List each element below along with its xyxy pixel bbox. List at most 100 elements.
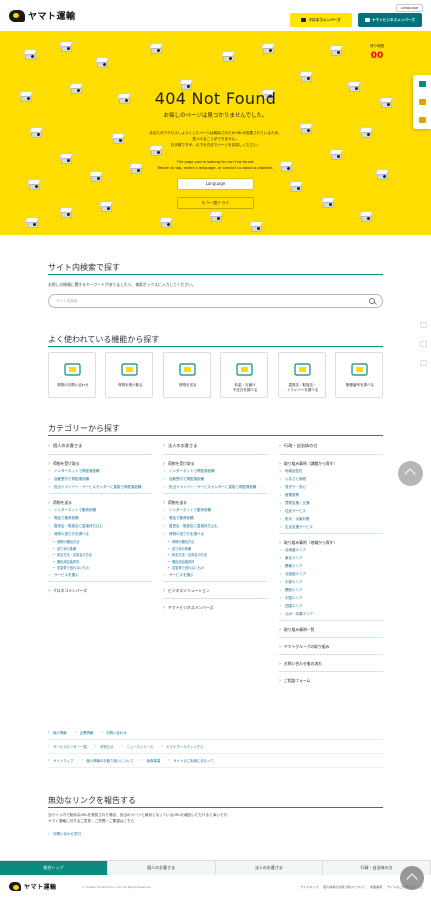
consultation-form-link[interactable]: ご相談フォーム	[279, 676, 383, 686]
side-faint-icon[interactable]	[420, 341, 427, 347]
utility-link[interactable]: 免責事項	[142, 758, 161, 763]
corporate-receive-link[interactable]: 担当ドライバー・サービスセンターに直接で再配達依頼	[163, 485, 267, 490]
personal-receive-link[interactable]: 担当ドライバー・サービスセンターに直接で再配達依頼	[48, 485, 152, 490]
personal-send-link[interactable]: 荷物の送り方を調べる	[48, 532, 152, 537]
utility-link[interactable]: 個人情報	[48, 730, 67, 735]
utility-link[interactable]: 個人情報のお取り扱いについて	[81, 758, 133, 763]
corporate-send-sublink[interactable]: 宛名方法・名宛名の方法	[163, 553, 267, 558]
utility-link[interactable]: サービスセンター一覧	[48, 744, 87, 749]
personal-receive-head[interactable]: 荷物を受け取る	[48, 459, 152, 469]
personal-send-sublink[interactable]: 宛名方法・名宛名の方法	[48, 553, 152, 558]
kuroneko-members-link[interactable]: クロネコメンバーズ	[48, 586, 152, 596]
category-head-corporate[interactable]: 法人のお客さま	[163, 440, 267, 452]
footer-link[interactable]: 免責事項	[370, 885, 382, 889]
region-link[interactable]: 中部エリア	[279, 580, 383, 585]
corporate-send-head[interactable]: 荷物を送る	[163, 498, 267, 508]
search-icon[interactable]	[369, 298, 375, 304]
region-link[interactable]: 北海道エリア	[279, 548, 383, 553]
personal-send-link[interactable]: 電話で集荷依頼	[48, 516, 152, 521]
efforts-issue-link[interactable]: 住民サービス	[279, 509, 383, 514]
efforts-by-region-head[interactable]: 取り組み事例（地域から探す）	[279, 538, 383, 548]
scroll-top-button[interactable]	[400, 866, 424, 890]
side-tab-receive[interactable]	[413, 93, 431, 111]
utility-link[interactable]: お問い合わせ	[101, 730, 126, 735]
efforts-issue-link[interactable]: 産業振興	[279, 493, 383, 498]
utility-link[interactable]: ヤマトホールディングス	[161, 744, 203, 749]
footer-link[interactable]: 個人情報のお取り扱いについて	[323, 885, 365, 889]
feature-card[interactable]: 直営店・取扱店・ ドライバーを調べる	[277, 352, 326, 398]
contact-link[interactable]: お問い合わせ窓口	[48, 832, 81, 837]
utility-link[interactable]: サイトのご利用にあたって	[168, 758, 214, 763]
inquiry-flow-link[interactable]: お問い合わせ後の流れ	[279, 659, 383, 669]
feature-card[interactable]: 荷物のお問い合わせ	[48, 352, 96, 398]
business-solution-link[interactable]: ビジネスソリューション	[163, 586, 267, 596]
efforts-issue-link[interactable]: ふるさと納税	[279, 477, 383, 482]
personal-send-head[interactable]: 荷物を送る	[48, 498, 152, 508]
corporate-receive-link[interactable]: インターネットで再配達依頼	[163, 469, 267, 474]
region-link[interactable]: 九州・沖縄エリア	[279, 612, 383, 617]
efforts-issue-link[interactable]: 生活支援サービス	[279, 525, 383, 530]
bottom-nav-corporate[interactable]: 法人のお客さま	[216, 861, 324, 875]
efforts-by-issue-head[interactable]: 取り組み事例（課題から探す）	[279, 459, 383, 469]
personal-send-link[interactable]: 直営店・取扱店に直接持ち込む	[48, 524, 152, 529]
corporate-receive-head[interactable]: 荷物を受け取る	[163, 459, 267, 469]
efforts-issue-link[interactable]: 見守り・安心	[279, 485, 383, 490]
yamato-logo[interactable]: ヤマト運輸	[9, 9, 76, 22]
personal-send-sublink[interactable]: 送り状の準備	[48, 547, 152, 552]
personal-send-sublink[interactable]: 荷物の梱包方法	[48, 540, 152, 545]
side-faint-icon[interactable]	[420, 322, 427, 328]
utility-link[interactable]: サイトマップ	[48, 758, 73, 763]
category-head-government[interactable]: 行政・自治体の方	[279, 440, 383, 452]
business-members-link[interactable]: ヤマトビジネスメンバーズ	[163, 603, 267, 613]
corporate-send-sublink[interactable]: 送り状の準備	[163, 547, 267, 552]
efforts-issue-link[interactable]: 買物支援・交通	[279, 501, 383, 506]
category-head-personal[interactable]: 個人のお客さま	[48, 440, 152, 452]
efforts-issue-link[interactable]: 防災・災害対策	[279, 517, 383, 522]
kuroneko-members-button[interactable]: クロネコメンバーズ	[290, 13, 352, 27]
corporate-send-link[interactable]: インターネットで集荷依頼	[163, 508, 267, 513]
utility-link[interactable]: 企業情報	[75, 730, 94, 735]
personal-send-link[interactable]: インターネットで集荷依頼	[48, 508, 152, 513]
footer-logo[interactable]: ヤマト運輸	[9, 882, 57, 891]
corporate-send-sublink[interactable]: 荷物の梱包方法	[163, 540, 267, 545]
footer-link[interactable]: サイトマップ	[300, 885, 318, 889]
language-button[interactable]: Language	[395, 4, 423, 12]
feature-card[interactable]: 料金・お届け 予定日を調べる	[220, 352, 269, 398]
region-link[interactable]: 関西エリア	[279, 588, 383, 593]
feature-card[interactable]: 荷物を受け取る	[105, 352, 154, 398]
hero-language-button[interactable]: Language	[177, 178, 254, 190]
corporate-send-link[interactable]: 直営店・取扱店に直接持ち込む	[163, 524, 267, 529]
region-link[interactable]: 北信越エリア	[279, 572, 383, 577]
site-search-input[interactable]: サイト内検索	[48, 294, 383, 308]
utility-link[interactable]: ニュースリリース	[121, 744, 153, 749]
utility-link[interactable]: お知らせ	[95, 744, 114, 749]
corporate-select-service-link[interactable]: サービスを選ぶ	[163, 573, 267, 578]
side-faint-icon[interactable]	[420, 360, 427, 366]
personal-receive-link[interactable]: インターネットで再配達依頼	[48, 469, 152, 474]
side-tab-track[interactable]	[413, 75, 431, 93]
region-link[interactable]: 関東エリア	[279, 564, 383, 569]
scroll-top-button[interactable]	[398, 461, 423, 486]
corporate-send-link[interactable]: 荷物の送り方を調べる	[163, 532, 267, 537]
side-tab-send[interactable]	[413, 111, 431, 129]
personal-send-sublink[interactable]: 梱包用包装資材	[48, 560, 152, 565]
region-link[interactable]: 四国エリア	[279, 604, 383, 609]
corporate-send-sublink[interactable]: 梱包用包装資材	[163, 560, 267, 565]
feature-card[interactable]: 荷物を送る	[162, 352, 211, 398]
efforts-issue-link[interactable]: 地域活性化	[279, 469, 383, 474]
group-efforts-link[interactable]: ヤマトグループの取り組み	[279, 642, 383, 652]
region-link[interactable]: 中国エリア	[279, 596, 383, 601]
feature-card[interactable]: 郵便番号を調べる	[334, 352, 383, 398]
personal-select-service-link[interactable]: サービスを選ぶ	[48, 573, 152, 578]
yamato-business-members-button[interactable]: ヤマトビジネスメンバーズ	[358, 13, 422, 27]
corporate-send-link[interactable]: 電話で集荷依頼	[163, 516, 267, 521]
corporate-receive-link[interactable]: 自動受付で再配達依頼	[163, 477, 267, 482]
retry-button[interactable]: もう一度トライ	[177, 197, 254, 209]
bottom-nav-top[interactable]: 総合トップ	[0, 861, 108, 875]
personal-receive-link[interactable]: 自動受付で再配達依頼	[48, 477, 152, 482]
region-link[interactable]: 東北エリア	[279, 556, 383, 561]
corporate-send-sublink[interactable]: 宅急便で送れないもの	[163, 566, 267, 571]
bottom-nav-personal[interactable]: 個人のお客さま	[108, 861, 216, 875]
personal-send-sublink[interactable]: 宅急便で送れないもの	[48, 566, 152, 571]
efforts-list-link[interactable]: 取り組み事例一覧	[279, 625, 383, 635]
